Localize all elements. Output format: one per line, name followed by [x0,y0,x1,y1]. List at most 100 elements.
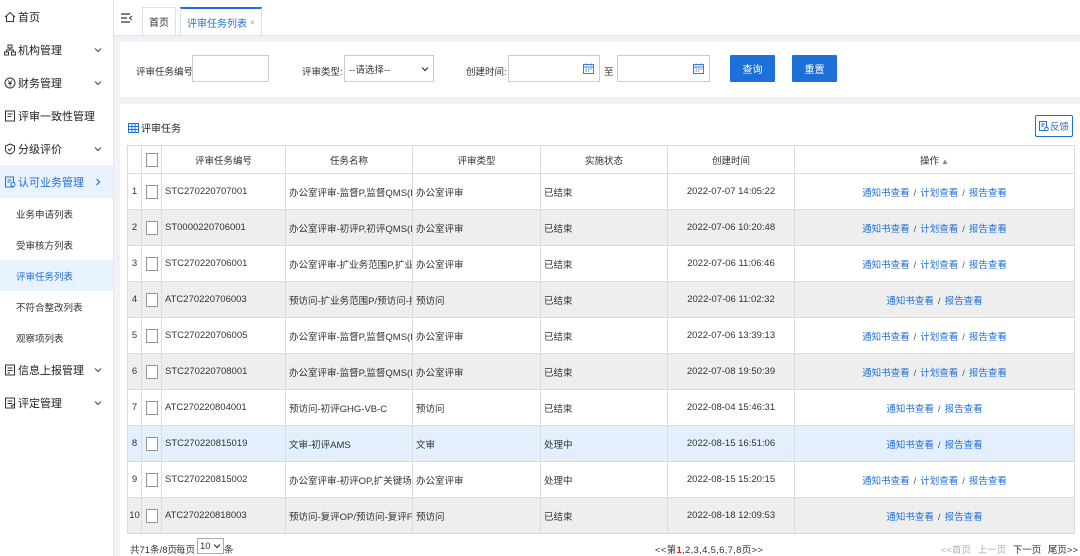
action-link[interactable]: 通知书查看 [862,476,910,487]
table-row[interactable]: 2 ST0000220706001办公室评审-初评P,初评QMS(ISO9001办… [127,209,1075,246]
sidebar-item-finance[interactable]: 财务管理 [0,66,113,99]
table-row[interactable]: 5 STC270220706005办公室评审-监督P,监督QMS(ISO9001办… [127,317,1075,354]
action-link[interactable]: 计划查看 [920,224,958,235]
sidebar-item-rating[interactable]: 分级评价 [0,132,113,165]
table-row[interactable]: 4 ATC270220706003预访问-扩业务范围P/预访问-扩业务预访问已结束… [127,281,1075,318]
last-page-link[interactable]: 尾页>> [1048,545,1078,556]
row-checkbox[interactable] [145,184,158,199]
action-link[interactable]: 通知书查看 [886,296,934,307]
sidebar-item-evaluate[interactable]: 评定管理 [0,386,113,419]
row-checkbox[interactable] [145,328,158,343]
table-row[interactable]: 8 STC270220815019 文审-初评AMS 文审 处理中 2022-08-15 … [127,425,1075,462]
action-link[interactable]: 报告查看 [945,440,983,451]
table-row[interactable]: 10 ATC270220818003预访问-复评OP/预访问-复评FSMS(预访问… [127,497,1075,534]
header-task-name[interactable]: 任务名称 [285,145,413,174]
task-table: 评审任务编号 任务名称 评审类型 实施状态 创建时间 操作 ▲ 1 STC27022… [127,145,1075,534]
action-link[interactable]: 通知书查看 [862,260,910,271]
tab-home[interactable]: 首页 [142,7,176,35]
header-status[interactable]: 实施状态 [540,145,668,174]
sidebar-item-home[interactable]: 首页 [0,0,113,33]
header-review-type[interactable]: 评审类型 [412,145,541,174]
action-link[interactable]: 计划查看 [920,260,958,271]
header-actions[interactable]: 操作 ▲ [794,145,1075,174]
table-row[interactable]: 6 STC270220708001办公室评审-监督P,监督QMS(ISO9001办… [127,353,1075,390]
row-index: 2 [127,209,142,246]
reset-button[interactable]: 重置 [792,55,837,82]
sidebar-item-consistency[interactable]: 评审一致性管理 [0,99,113,132]
action-link[interactable]: 计划查看 [920,476,958,487]
action-link[interactable]: 通知书查看 [886,440,934,451]
sidebar-subitem-auditees[interactable]: 受审核方列表 [0,229,113,260]
action-link[interactable]: 报告查看 [969,332,1007,343]
action-link[interactable]: 计划查看 [920,188,958,199]
prev-page-link[interactable]: 上一页 [978,545,1007,556]
header-task-no[interactable]: 评审任务编号 [161,145,286,174]
sidebar-subitem-review-tasks[interactable]: 评审任务列表 [0,260,113,291]
row-checkbox[interactable] [145,472,158,487]
row-checkbox[interactable] [145,400,158,415]
table-row[interactable]: 1 STC270220707001办公室评审-监督P,监督QMS(ISO9001办… [127,173,1075,210]
sidebar-subitem-nonconformity[interactable]: 不符合整改列表 [0,291,113,322]
action-separator: / [913,475,917,487]
chevron-down-icon [94,367,102,372]
menu-toggle-icon[interactable] [114,1,138,35]
row-checkbox[interactable] [145,508,158,523]
date-from-input[interactable] [508,55,600,82]
task-no-input[interactable] [192,55,269,82]
next-page-link[interactable]: 下一页 [1013,545,1042,556]
row-checkbox[interactable] [145,292,158,307]
row-checkbox[interactable] [145,220,158,235]
pages-rest[interactable]: ,2,3,4,5,6,7,8页>> [682,545,763,556]
action-link[interactable]: 报告查看 [969,260,1007,271]
sort-icon[interactable]: ▲ [941,157,949,166]
action-link[interactable]: 通知书查看 [862,332,910,343]
cell-review-type: 预访问 [412,497,541,534]
table-row[interactable]: 7 ATC270220804001 预访问-初评GHG-VB-C 预访问 已结束 2022… [127,389,1075,426]
action-link[interactable]: 通知书查看 [886,512,934,523]
close-icon[interactable]: × [250,18,255,27]
page-size-select[interactable]: 10 [197,538,224,554]
row-checkbox[interactable] [145,256,158,271]
feedback-button[interactable]: 反馈 [1035,115,1073,137]
action-link[interactable]: 报告查看 [945,404,983,415]
action-link[interactable]: 计划查看 [920,368,958,379]
finance-icon [4,77,16,89]
first-page-link[interactable]: <<首页 [941,545,971,556]
date-to-input[interactable] [617,55,710,82]
sidebar-subitem-observations[interactable]: 观察项列表 [0,322,113,353]
table-row[interactable]: 9 STC270220815002办公室评审-初评OP,扩关键场所P,初评办公室评… [127,461,1075,498]
cell-created: 2022-07-06 13:39:13 [667,317,795,354]
action-link[interactable]: 通知书查看 [862,224,910,235]
sidebar-item-info-report[interactable]: 信息上报管理 [0,353,113,386]
table-row[interactable]: 3 STC270220706001办公室评审-扩业务范围P,扩业务范围办公室评审已… [127,245,1075,282]
action-link[interactable]: 报告查看 [969,224,1007,235]
sidebar-subitem-applications[interactable]: 业务申请列表 [0,198,113,229]
row-index: 10 [127,497,142,534]
action-link[interactable]: 通知书查看 [886,404,934,415]
calendar-icon[interactable] [583,63,594,74]
calendar-icon[interactable] [693,63,704,74]
action-link[interactable]: 报告查看 [969,368,1007,379]
action-link[interactable]: 报告查看 [969,476,1007,487]
row-checkbox[interactable] [145,364,158,379]
action-link[interactable]: 计划查看 [920,332,958,343]
page-numbers[interactable]: <<第1,2,3,4,5,6,7,8页>> [655,542,763,556]
cell-review-type: 办公室评审 [412,245,541,282]
header-created[interactable]: 创建时间 [667,145,795,174]
row-checkbox-cell [141,245,162,282]
sidebar-item-accreditation[interactable]: 认可业务管理 [0,165,113,198]
sidebar-item-org[interactable]: 机构管理 [0,33,113,66]
action-link[interactable]: 报告查看 [945,296,983,307]
cell-actions: 通知书查看 / 报告查看 [794,281,1075,318]
cell-task-no: STC270220707001 [161,173,286,210]
action-link[interactable]: 通知书查看 [862,368,910,379]
action-link[interactable]: 通知书查看 [862,188,910,199]
action-link[interactable]: 报告查看 [969,188,1007,199]
row-checkbox[interactable] [145,436,158,451]
query-button[interactable]: 查询 [730,55,775,82]
action-link[interactable]: 报告查看 [945,512,983,523]
row-checkbox-cell [141,173,162,210]
review-type-select[interactable]: --请选择-- [344,55,434,82]
tab-review-tasks[interactable]: 评审任务列表 × [180,7,262,35]
select-all-checkbox[interactable] [145,152,158,167]
